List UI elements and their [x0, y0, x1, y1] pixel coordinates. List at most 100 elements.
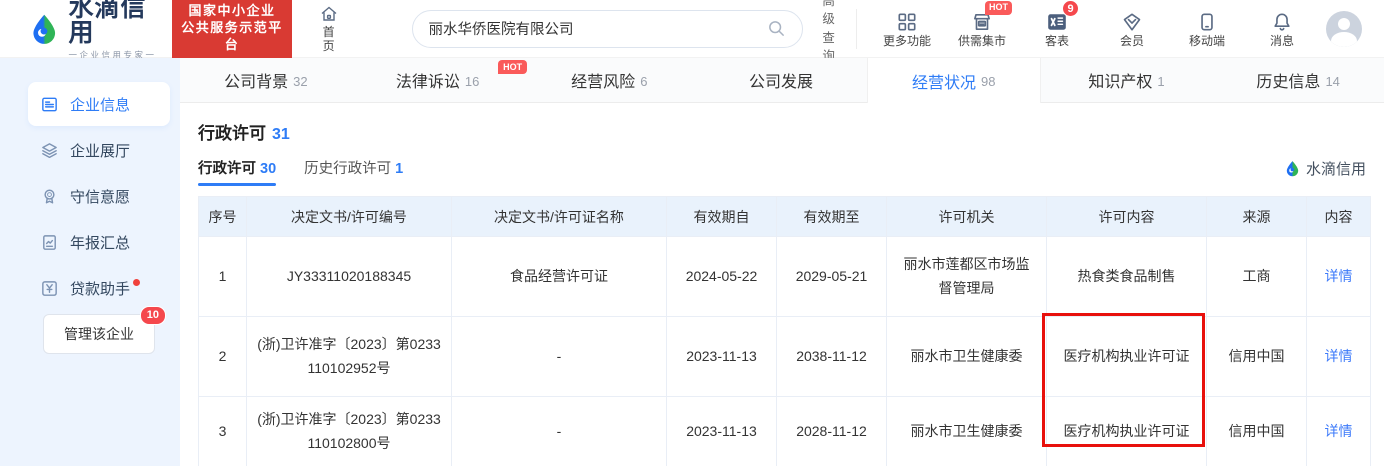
search-input[interactable]: [429, 21, 768, 37]
col-header-authority: 许可机关: [887, 197, 1047, 237]
member-icon: [1108, 9, 1156, 33]
content-area: 行政许可 31 行政许可30 历史行政许可1 水滴信用 序号决定文书/许可编号决定文…: [180, 103, 1384, 466]
nav-item-mobile[interactable]: 移动端: [1183, 9, 1231, 48]
cell-detail: 详情: [1307, 317, 1371, 397]
tab-5[interactable]: 经营状况98: [867, 58, 1041, 103]
sidebar-item-2[interactable]: 企业展厅: [28, 128, 170, 172]
subtab-count: 1: [395, 161, 403, 177]
avatar-head: [1338, 18, 1350, 30]
brand-name: 水滴信用: [69, 0, 163, 46]
nav-item-sheet[interactable]: 9客表: [1033, 9, 1081, 48]
nav-item-market[interactable]: HOT供需集市: [958, 9, 1006, 48]
layers-icon: [40, 140, 60, 160]
red-dot-badge: [133, 279, 140, 286]
cell-cert_name: -: [452, 317, 667, 397]
cell-permit_content: 热食类食品制售: [1047, 237, 1207, 317]
manage-company-label: 管理该企业: [64, 324, 134, 344]
nav-item-member[interactable]: 会员: [1108, 9, 1156, 48]
table-row-2: 2(浙)卫许准字〔2023〕第0233110102952号-2023-11-13…: [199, 317, 1371, 397]
detail-link[interactable]: 详情: [1325, 423, 1353, 439]
tab-3[interactable]: 经营风险6: [523, 58, 695, 102]
permits-table: 序号决定文书/许可编号决定文书/许可证名称有效期自有效期至许可机关许可内容来源内…: [198, 196, 1371, 466]
sidebar-item-4[interactable]: 年报汇总: [28, 220, 170, 264]
sidebar-item-label: 企业信息: [70, 94, 130, 115]
advanced-query-line1: 高级: [817, 0, 840, 29]
col-header-permit_content: 许可内容: [1047, 197, 1207, 237]
waterdrop-icon: [28, 11, 61, 47]
subtab-row: 行政许可30 历史行政许可1 水滴信用: [198, 160, 1370, 186]
tab-label: 公司发展: [749, 68, 813, 92]
brand-logo[interactable]: 水滴信用 一企业信用专家一: [28, 0, 162, 61]
search-icon[interactable]: [767, 19, 786, 38]
col-header-detail: 内容: [1307, 197, 1371, 237]
tab-count: 32: [293, 74, 307, 89]
subtab-1[interactable]: 行政许可30: [198, 157, 276, 186]
col-header-source: 来源: [1207, 197, 1307, 237]
cell-doc_no: (浙)卫许准字〔2023〕第0233110102952号: [247, 317, 452, 397]
cell-detail: 详情: [1307, 397, 1371, 466]
cell-doc_no: JY33311020188345: [247, 237, 452, 317]
cell-permit_content: 医疗机构执业许可证: [1047, 397, 1207, 466]
yuan-icon: [40, 278, 60, 298]
tab-count: 1: [1157, 74, 1164, 89]
nav-item-label: 会员: [1108, 35, 1156, 48]
tab-label: 知识产权: [1088, 68, 1152, 92]
search-box[interactable]: [412, 10, 804, 48]
tab-count: 14: [1325, 74, 1339, 89]
main-panel: 公司背景 32 法律诉讼16HOT经营风险6 公司发展 经营状况98 知识产权 1 历史信息1…: [180, 58, 1384, 466]
medal-icon: [40, 186, 60, 206]
cell-authority: 丽水市莲都区市场监督管理局: [887, 237, 1047, 317]
nav-item-label: 客表: [1033, 35, 1081, 48]
home-icon: [319, 4, 339, 24]
waterdrop-icon: [1284, 160, 1301, 177]
manage-company-button[interactable]: 管理该企业 10: [43, 314, 155, 354]
nav-item-label: 供需集市: [958, 35, 1006, 48]
cell-valid_to: 2028-11-12: [777, 397, 887, 466]
home-button[interactable]: 首页: [318, 4, 340, 52]
watermark: 水滴信用: [1284, 158, 1366, 179]
nav-item-label: 移动端: [1183, 35, 1231, 48]
hot-badge: HOT: [985, 1, 1012, 15]
subtab-2[interactable]: 历史行政许可1: [304, 157, 403, 186]
sidebar-items: 企业信息企业展厅守信意愿年报汇总贷款助手: [0, 58, 180, 310]
tab-7[interactable]: 历史信息14: [1212, 58, 1384, 102]
top-nav: 更多功能 HOT供需集市 9客表会员 移动端 消息: [856, 9, 1306, 49]
nav-item-label: 更多功能: [883, 35, 931, 48]
tab-4[interactable]: 公司发展: [695, 58, 867, 102]
home-label: 首页: [318, 26, 340, 52]
subtab-label: 历史行政许可: [304, 161, 391, 177]
col-header-valid_from: 有效期自: [667, 197, 777, 237]
nav-item-grid[interactable]: 更多功能: [883, 9, 931, 48]
nav-item-bell[interactable]: 消息: [1258, 9, 1306, 48]
tab-label: 法律诉讼: [396, 68, 460, 92]
cell-authority: 丽水市卫生健康委: [887, 317, 1047, 397]
manage-company-badge: 10: [140, 306, 166, 325]
col-header-no: 序号: [199, 197, 247, 237]
subtab-label: 行政许可: [198, 161, 256, 177]
user-avatar[interactable]: [1326, 11, 1362, 47]
subtab-count: 30: [260, 161, 276, 177]
cell-valid_from: 2024-05-22: [667, 237, 777, 317]
bell-icon: [1258, 9, 1306, 33]
tab-2[interactable]: 法律诉讼16HOT: [352, 58, 524, 102]
top-bar: 水滴信用 一企业信用专家一 国家中小企业 公共服务示范平台 首页 高级 查询 更…: [0, 0, 1384, 58]
subtabs: 行政许可30 历史行政许可1: [198, 157, 431, 186]
sidebar-item-label: 守信意愿: [70, 186, 130, 207]
sidebar-item-1[interactable]: 企业信息: [28, 82, 170, 126]
advanced-query-button[interactable]: 高级 查询: [817, 0, 840, 65]
tab-6[interactable]: 知识产权 1: [1041, 58, 1213, 102]
sidebar-item-5[interactable]: 贷款助手: [28, 266, 170, 310]
cell-cert_name: -: [452, 397, 667, 466]
sidebar-item-3[interactable]: 守信意愿: [28, 174, 170, 218]
detail-link[interactable]: 详情: [1325, 348, 1353, 364]
section-count: 31: [272, 126, 290, 143]
report-icon: [40, 232, 60, 252]
col-header-cert_name: 决定文书/许可证名称: [452, 197, 667, 237]
tab-label: 公司背景: [224, 68, 288, 92]
tab-label: 经营状况: [912, 69, 976, 93]
cell-valid_from: 2023-11-13: [667, 397, 777, 466]
sidebar-item-label: 贷款助手: [70, 278, 130, 299]
tab-1[interactable]: 公司背景 32: [180, 58, 352, 102]
table-header-row: 序号决定文书/许可编号决定文书/许可证名称有效期自有效期至许可机关许可内容来源内…: [199, 197, 1371, 237]
detail-link[interactable]: 详情: [1325, 268, 1353, 284]
